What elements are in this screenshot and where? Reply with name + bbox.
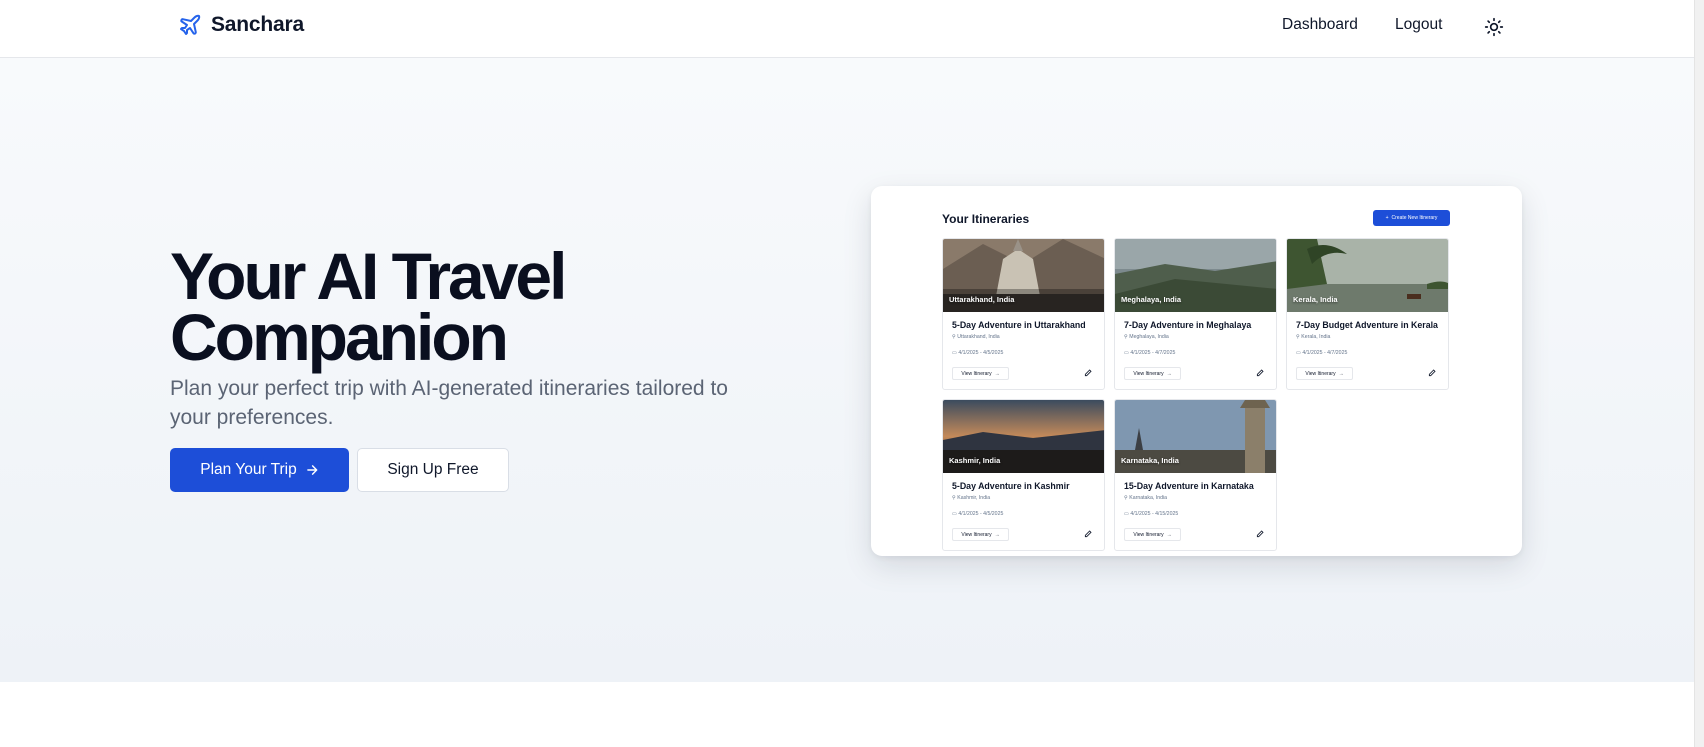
view-itinerary-label: View Itinerary [961, 531, 992, 538]
view-itinerary-label: View Itinerary [961, 370, 992, 377]
arrow-right-icon: → [994, 531, 1000, 538]
card-region: ⚲ Kashmir, India [952, 495, 990, 501]
card-dates: ▭ 4/1/2025 - 4/15/2025 [1124, 511, 1178, 517]
plus-icon: + [1385, 215, 1389, 221]
hero-title: Your AI Travel Companion [170, 239, 567, 374]
view-itinerary-button: View Itinerary → [1124, 528, 1181, 541]
card-region: ⚲ Karnataka, India [1124, 495, 1167, 501]
view-itinerary-label: View Itinerary [1133, 370, 1164, 377]
card-region-text: Uttarakhand, India [957, 334, 1000, 340]
plane-icon [180, 14, 201, 35]
card-dates-text: 4/1/2025 - 4/7/2025 [1302, 350, 1348, 356]
view-itinerary-button: View Itinerary → [1296, 367, 1353, 380]
card-location-overlay: Kashmir, India [949, 456, 1001, 465]
edit-pencil-icon [1084, 369, 1092, 377]
arrow-right-icon: → [1166, 370, 1172, 377]
card-location-overlay: Karnataka, India [1121, 456, 1179, 465]
card-region-text: Karnataka, India [1129, 495, 1168, 501]
app-preview-screenshot: Your Itineraries + Create New Itinerary … [871, 186, 1522, 556]
next-section-band [0, 682, 1694, 747]
card-location-overlay: Meghalaya, India [1121, 295, 1182, 304]
card-dates-text: 4/1/2025 - 4/7/2025 [1130, 350, 1176, 356]
arrow-right-icon: → [994, 370, 1000, 377]
card-region: ⚲ Meghalaya, India [1124, 334, 1169, 340]
card-dates: ▭ 4/1/2025 - 4/7/2025 [1124, 350, 1175, 356]
card-title: 7-Day Adventure in Meghalaya [1124, 320, 1252, 330]
edit-pencil-icon [1256, 369, 1264, 377]
card-dates: ▭ 4/1/2025 - 4/7/2025 [1296, 350, 1347, 356]
card-title: 7-Day Budget Adventure in Kerala [1296, 320, 1438, 330]
card-location-overlay: Kerala, India [1293, 295, 1338, 304]
view-itinerary-button: View Itinerary → [952, 367, 1009, 380]
card-title: 5-Day Adventure in Uttarakhand [952, 320, 1086, 330]
card-region-text: Kashmir, India [957, 495, 991, 501]
nav-logout-link[interactable]: Logout [1395, 16, 1442, 34]
card-title: 15-Day Adventure in Karnataka [1124, 481, 1254, 491]
brand-logo-link[interactable]: Sanchara [178, 13, 304, 37]
card-region: ⚲ Uttarakhand, India [952, 334, 1000, 340]
top-navbar: Sanchara Dashboard Logout [0, 0, 1694, 58]
plan-your-trip-label: Plan Your Trip [200, 461, 297, 478]
itinerary-card: Uttarakhand, India 5-Day Adventure in Ut… [942, 238, 1105, 390]
view-itinerary-label: View Itinerary [1133, 531, 1164, 538]
create-itinerary-button: + Create New Itinerary [1373, 210, 1450, 226]
sun-icon[interactable] [1484, 17, 1504, 37]
edit-pencil-icon [1256, 530, 1264, 538]
card-region-text: Meghalaya, India [1129, 334, 1169, 340]
itinerary-card: Kerala, India 7-Day Budget Adventure in … [1286, 238, 1449, 390]
sign-up-free-button[interactable]: Sign Up Free [357, 448, 509, 492]
card-dates-text: 4/1/2025 - 4/5/2025 [958, 350, 1004, 356]
card-title: 5-Day Adventure in Kashmir [952, 481, 1070, 491]
itinerary-card: Karnataka, India 15-Day Adventure in Kar… [1114, 399, 1277, 551]
view-itinerary-button: View Itinerary → [1124, 367, 1181, 380]
hero-subtitle: Plan your perfect trip with AI-generated… [170, 377, 728, 429]
card-location-overlay: Uttarakhand, India [949, 295, 1015, 304]
card-region: ⚲ Kerala, India [1296, 334, 1330, 340]
itinerary-card: Kashmir, India 5-Day Adventure in Kashmi… [942, 399, 1105, 551]
view-itinerary-label: View Itinerary [1305, 370, 1336, 377]
arrow-right-icon: → [1166, 531, 1172, 538]
card-dates-text: 4/1/2025 - 4/15/2025 [1130, 511, 1179, 517]
edit-pencil-icon [1084, 530, 1092, 538]
itinerary-card: Meghalaya, India 7-Day Adventure in Megh… [1114, 238, 1277, 390]
page-scrollbar[interactable] [1694, 0, 1704, 747]
arrow-right-icon [306, 465, 318, 475]
card-dates: ▭ 4/1/2025 - 4/5/2025 [952, 511, 1003, 517]
preview-title: Your Itineraries [942, 212, 1030, 226]
create-itinerary-label: Create New Itinerary [1391, 215, 1438, 221]
card-dates-text: 4/1/2025 - 4/5/2025 [958, 511, 1004, 517]
hero-section: Your AI Travel Companion Plan your perfe… [0, 58, 1694, 682]
card-region-text: Kerala, India [1301, 334, 1331, 340]
edit-pencil-icon [1428, 369, 1436, 377]
arrow-right-icon: → [1338, 370, 1344, 377]
view-itinerary-button: View Itinerary → [952, 528, 1009, 541]
plan-your-trip-button[interactable]: Plan Your Trip [170, 448, 349, 492]
brand-name: Sanchara [211, 13, 304, 36]
card-dates: ▭ 4/1/2025 - 4/5/2025 [952, 350, 1003, 356]
nav-dashboard-link[interactable]: Dashboard [1282, 16, 1358, 34]
